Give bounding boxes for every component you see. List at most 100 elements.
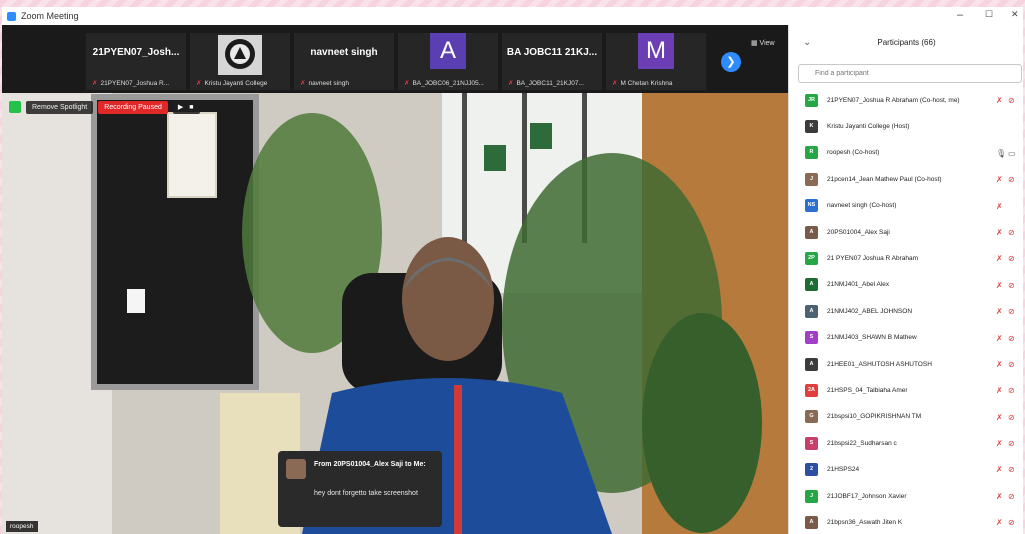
video-tile[interactable]: M ✗ M Chetan Krishna (606, 33, 706, 90)
mic-muted-icon[interactable]: ✗ (996, 360, 1003, 369)
camera-off-icon[interactable]: ⊘ (1008, 334, 1015, 343)
participant-name: 21bspsi22_Sudharsan c (827, 439, 897, 447)
participant-row[interactable]: A 21NMJ402_ABEL JOHNSON ✗ ⊘ (789, 298, 1023, 324)
participant-row[interactable]: 2 21HSPS24 ✗ ⊘ (789, 456, 1023, 482)
participant-name: roopesh (Co-host) (827, 149, 880, 157)
mic-muted-icon[interactable]: ✗ (996, 439, 1003, 448)
camera-off-icon[interactable]: ⊘ (1008, 228, 1015, 237)
video-tile[interactable]: ✗ Kristu Jayanti College (190, 33, 290, 90)
recording-controls[interactable]: ▶ ■ (172, 100, 201, 114)
avatar: R (805, 146, 818, 160)
mic-muted-icon[interactable]: ✗ (996, 254, 1003, 263)
chat-message: hey dont forgetto take screenshot (314, 490, 418, 497)
mic-muted-icon[interactable]: ✗ (996, 465, 1003, 474)
camera-off-icon[interactable]: ⊘ (1008, 492, 1015, 501)
participant-name: 21NMJ401_Abel Alex (827, 281, 890, 289)
camera-off-icon[interactable]: ⊘ (1008, 518, 1015, 527)
avatar: 2 (805, 463, 818, 477)
participant-search-input[interactable] (798, 64, 1022, 83)
participant-row[interactable]: S 21bspsi22_Sudharsan c ✗ ⊘ (789, 430, 1023, 456)
participant-name: 21JOBF17_Johnson Xavier (827, 492, 907, 500)
tile-caption: ✗ navneet singh (300, 80, 349, 87)
participant-name: 21pcen14_Jean Mathew Paul (Co-host) (827, 175, 942, 183)
participant-row[interactable]: J 21pcen14_Jean Mathew Paul (Co-host) ✗ ⊘ (789, 166, 1023, 192)
participant-row[interactable]: NS navneet singh (Co-host) ✗ (789, 193, 1023, 219)
participant-list: JR 21PYEN07_Joshua R Abraham (Co-host, me… (789, 87, 1023, 534)
mic-muted-icon[interactable]: ✗ (996, 386, 1003, 395)
participant-row[interactable]: J 21JOBF17_Johnson Xavier ✗ ⊘ (789, 483, 1023, 509)
mic-muted-icon[interactable]: ✗ (996, 96, 1003, 105)
camera-off-icon[interactable]: ⊘ (1008, 307, 1015, 316)
participant-name: 21bspsi10_GOPIKRISHNAN TM (827, 413, 922, 421)
mic-icon[interactable]: 🎙 (996, 149, 1006, 158)
mic-muted-icon[interactable]: ✗ (996, 307, 1003, 316)
avatar: J (805, 172, 818, 186)
tile-name: BA JOBC11 21KJ... (506, 47, 598, 58)
video-tile[interactable]: BA JOBC11 21KJ... ✗ BA_JOBC11_21KJ07... (502, 33, 602, 90)
mic-muted-icon: ✗ (196, 80, 202, 87)
participant-row[interactable]: A 21bpsn36_Aswath Jiten K ✗ ⊘ (789, 509, 1023, 534)
participants-header: ⌄ Participants (66) (789, 25, 1023, 61)
avatar: S (805, 436, 818, 450)
participant-name: 21 PYEN07 Joshua R Abraham (827, 255, 919, 263)
participant-row[interactable]: A 20PS01004_Alex Saji ✗ ⊘ (789, 219, 1023, 245)
camera-off-icon[interactable]: ⊘ (1008, 465, 1015, 474)
maximize-button[interactable]: ☐ (985, 9, 993, 20)
mic-muted-icon[interactable]: ✗ (996, 413, 1003, 422)
mic-muted-icon: ✗ (508, 80, 514, 87)
mic-muted-icon[interactable]: ✗ (996, 518, 1003, 527)
camera-off-icon[interactable]: ⊘ (1008, 386, 1015, 395)
mic-muted-icon[interactable]: ✗ (996, 175, 1003, 184)
avatar: JR (805, 93, 818, 107)
mic-muted-icon[interactable]: ✗ (996, 281, 1003, 290)
participant-row[interactable]: G 21bspsi10_GOPIKRISHNAN TM ✗ ⊘ (789, 404, 1023, 430)
video-tile[interactable]: A ✗ BA_JOBC06_21NJJ05... (398, 33, 498, 90)
participant-row[interactable]: A 21NMJ401_Abel Alex ✗ ⊘ (789, 272, 1023, 298)
chat-notification[interactable]: From 20PS01004_Alex Saji to Me: hey dont… (278, 451, 442, 527)
sender-avatar (286, 459, 306, 479)
mic-muted-icon[interactable]: ✗ (996, 492, 1003, 501)
camera-off-icon[interactable]: ⊘ (1008, 254, 1015, 263)
participant-row[interactable]: A 21HEE01_ASHUTOSH ASHUTOSH ✗ ⊘ (789, 351, 1023, 377)
tile-caption: ✗ BA_JOBC11_21KJ07... (508, 80, 584, 87)
next-page-button[interactable]: ❯ (721, 52, 741, 72)
camera-off-icon[interactable]: ⊘ (1008, 439, 1015, 448)
avatar: A (805, 304, 818, 318)
tile-name: navneet singh (310, 47, 378, 58)
mic-muted-icon[interactable]: ✗ (996, 202, 1003, 211)
close-button[interactable]: ✕ (1011, 9, 1019, 20)
video-tile[interactable]: 21PYEN07_Josh... ✗ 21PYEN07_Joshua R... (86, 33, 186, 90)
participant-name: navneet singh (Co-host) (827, 202, 897, 210)
mic-muted-icon[interactable]: ✗ (996, 334, 1003, 343)
participant-row[interactable]: JR 21PYEN07_Joshua R Abraham (Co-host, me… (789, 87, 1023, 113)
mic-muted-icon: ✗ (300, 80, 306, 87)
mic-muted-icon: ✗ (612, 80, 618, 87)
view-button[interactable]: ▦ View (751, 39, 775, 47)
participants-title: Participants (66) (877, 38, 936, 47)
avatar-letter: A (430, 33, 466, 69)
mic-muted-icon[interactable]: ✗ (996, 228, 1003, 237)
participant-row[interactable]: Rroopesh (Co-host) 🎙 ▭ (789, 140, 1023, 166)
participant-row[interactable]: 2A 21HSPS_04_Talbiaha Amer ✗ ⊘ (789, 377, 1023, 403)
tile-caption: ✗ BA_JOBC06_21NJJ05... (404, 80, 484, 87)
camera-off-icon[interactable]: ⊘ (1008, 281, 1015, 290)
camera-off-icon[interactable]: ⊘ (1008, 175, 1015, 184)
participant-row[interactable]: 2P 21 PYEN07 Joshua R Abraham ✗ ⊘ (789, 245, 1023, 271)
video-strip: 21PYEN07_Josh... ✗ 21PYEN07_Joshua R... ✗… (2, 25, 788, 93)
participant-row[interactable]: S 21NMJ403_SHAWN B Mathew ✗ ⊘ (789, 325, 1023, 351)
camera-off-icon[interactable]: ⊘ (1008, 96, 1015, 105)
minimize-button[interactable]: – (957, 9, 963, 21)
video-tile[interactable]: navneet singh ✗ navneet singh (294, 33, 394, 90)
participant-name: 21HEE01_ASHUTOSH ASHUTOSH (827, 360, 932, 368)
avatar: J (805, 489, 818, 503)
camera-off-icon[interactable]: ⊘ (1008, 360, 1015, 369)
avatar: S (805, 331, 818, 345)
remove-spotlight-button[interactable]: Remove Spotlight (26, 100, 94, 114)
participant-name: 21PYEN07_Joshua R Abraham (Co-host, me) (827, 96, 960, 104)
tile-name: 21PYEN07_Josh... (92, 47, 180, 58)
camera-off-icon[interactable]: ⊘ (1008, 413, 1015, 422)
main-video: Remove Spotlight Recording Paused ▶ ■ Fr… (2, 93, 788, 534)
camera-icon[interactable]: ▭ (1008, 149, 1016, 158)
chevron-down-icon[interactable]: ⌄ (803, 25, 811, 61)
participant-row[interactable]: K Kristu Jayanti College (Host) (789, 113, 1023, 139)
